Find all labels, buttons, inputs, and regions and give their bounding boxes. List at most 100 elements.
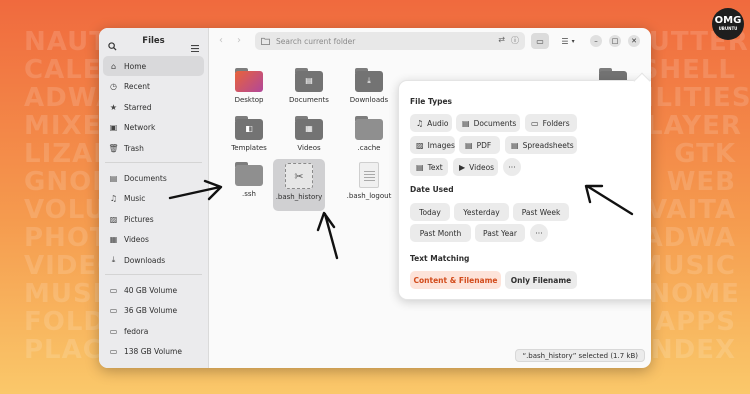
filter-chip[interactable]: ▨ Images bbox=[410, 136, 455, 154]
folder-search-icon bbox=[261, 37, 270, 45]
location-search-bar[interactable]: Search current folder ⇄ ⓘ bbox=[255, 32, 525, 50]
sidebar-item-downloads[interactable]: ⤓ Downloads bbox=[103, 250, 204, 270]
status-bar: “.bash_history” selected (1.7 kB) bbox=[515, 349, 645, 362]
file-item[interactable]: ◧ Templates bbox=[225, 116, 273, 153]
date-used-heading: Date Used bbox=[410, 185, 454, 194]
filter-chip[interactable]: Past Month bbox=[410, 224, 471, 242]
sidebar-header: Files bbox=[99, 28, 208, 56]
sidebar-item-36-gb-volume[interactable]: ▭ 36 GB Volume bbox=[103, 301, 204, 321]
sidebar-item-videos[interactable]: ▦ Videos bbox=[103, 230, 204, 250]
sidebar-list: ⌂ Home ◷ Recent ★ Starred ▣ Network 🗑 Trash ▤ Docum… bbox=[99, 56, 208, 368]
file-item[interactable]: ⤓ Downloads bbox=[345, 68, 393, 105]
file-name: Downloads bbox=[349, 96, 389, 104]
hamburger-menu-icon[interactable] bbox=[191, 37, 199, 56]
sidebar-item-label: 36 GB Volume bbox=[124, 306, 178, 315]
filter-chip[interactable]: Yesterday bbox=[454, 203, 509, 221]
document-icon: ▤ bbox=[462, 118, 470, 128]
sidebar-item-home[interactable]: ⌂ Home bbox=[103, 56, 204, 76]
sidebar-item-music[interactable]: ♫ Music bbox=[103, 189, 204, 209]
drive-icon: ▭ bbox=[109, 306, 118, 315]
filter-chip[interactable]: ▤ Documents bbox=[456, 114, 520, 132]
sidebar-item-label: Network bbox=[124, 123, 156, 132]
text-matching-heading: Text Matching bbox=[410, 254, 470, 263]
file-types-heading: File Types bbox=[410, 97, 452, 106]
filter-chip[interactable]: Content & Filename bbox=[410, 271, 501, 289]
logo-line-1: OMG bbox=[714, 15, 742, 26]
filter-chip[interactable]: ▤ Text bbox=[410, 158, 448, 176]
sidebar-item-network[interactable]: ▣ Network bbox=[103, 118, 204, 138]
file-name: .bash_history bbox=[275, 193, 323, 201]
swap-icon[interactable]: ⇄ bbox=[498, 35, 505, 46]
filter-chip[interactable]: ▤ PDF bbox=[459, 136, 500, 154]
close-button[interactable]: ✕ bbox=[628, 35, 640, 47]
sidebar-item-recent[interactable]: ◷ Recent bbox=[103, 77, 204, 97]
file-name: Documents bbox=[289, 96, 329, 104]
sidebar-item-40-gb-volume[interactable]: ▭ 40 GB Volume bbox=[103, 280, 204, 300]
drive-icon: ▭ bbox=[109, 347, 118, 356]
filter-chip[interactable]: ▤ Spreadsheets bbox=[505, 136, 577, 154]
sidebar-item-label: Videos bbox=[124, 235, 149, 244]
folder-icon: ⤓ bbox=[355, 68, 383, 92]
filter-chip[interactable]: ♫ Audio bbox=[410, 114, 452, 132]
filter-chip-label: Spreadsheets bbox=[522, 140, 574, 150]
drive-icon: ▭ bbox=[109, 368, 118, 369]
filter-chip[interactable]: Past Week bbox=[513, 203, 569, 221]
filter-chip-label: Past Week bbox=[521, 207, 561, 217]
folder-body bbox=[235, 165, 263, 186]
file-item[interactable]: .bash_logout bbox=[345, 162, 393, 201]
file-item[interactable]: ▤ Documents bbox=[285, 68, 333, 105]
folder-body bbox=[355, 119, 383, 140]
sidebar-item-fedora[interactable]: ▭ fedora bbox=[103, 321, 204, 341]
file-item[interactable]: ▦ Videos bbox=[285, 116, 333, 153]
sidebar-item-label: Music bbox=[124, 194, 146, 203]
file-item[interactable]: Desktop bbox=[225, 68, 273, 105]
sidebar-item-label: Trash bbox=[124, 143, 144, 153]
image-icon: ▨ bbox=[416, 140, 424, 150]
filter-chip[interactable]: Past Year bbox=[475, 224, 525, 242]
sidebar-item-label: Home bbox=[124, 61, 147, 71]
file-item[interactable]: .cache bbox=[345, 116, 393, 153]
file-item[interactable]: .ssh bbox=[225, 162, 273, 199]
filter-chip-label: Only Filename bbox=[510, 275, 572, 285]
sidebar-item-trash[interactable]: 🗑 Trash bbox=[103, 138, 204, 158]
file-name: Desktop bbox=[234, 96, 264, 104]
forward-arrow-icon[interactable]: › bbox=[237, 35, 241, 46]
filter-chip-label: Folders bbox=[542, 118, 570, 128]
folder-emblem-icon: ⤓ bbox=[367, 76, 371, 85]
sidebar-item-starred[interactable]: ★ Starred bbox=[103, 97, 204, 117]
music-icon: ♫ bbox=[416, 118, 424, 128]
filter-chip[interactable]: Only Filename bbox=[505, 271, 577, 289]
sidebar-item-36-gb-volume[interactable]: ▭ 36 GB Volume bbox=[103, 362, 204, 369]
minimize-icon: – bbox=[594, 37, 598, 45]
filter-chip-label: PDF bbox=[476, 140, 492, 150]
sidebar-item-documents[interactable]: ▤ Documents bbox=[103, 168, 204, 188]
filter-chip-label: Videos bbox=[469, 162, 495, 172]
filter-chip[interactable]: ▭ Folders bbox=[525, 114, 577, 132]
maximize-button[interactable]: □ bbox=[609, 35, 621, 47]
info-icon[interactable]: ⓘ bbox=[511, 35, 519, 46]
folder-icon: ◧ bbox=[235, 116, 263, 140]
folder-icon: ▤ bbox=[295, 68, 323, 92]
more-dates-button[interactable]: ··· bbox=[530, 224, 548, 242]
sidebar-item-label: 36 GB Volume bbox=[124, 368, 177, 369]
sidebar-item-pictures[interactable]: ▨ Pictures bbox=[103, 209, 204, 229]
file-item[interactable]: ✂ .bash_history bbox=[273, 159, 325, 211]
filter-chip[interactable]: Today bbox=[410, 203, 450, 221]
view-options-button[interactable]: ☰ ▾ bbox=[555, 33, 581, 49]
more-file-types-button[interactable]: ··· bbox=[503, 158, 521, 176]
minimize-button[interactable]: – bbox=[590, 35, 602, 47]
sidebar: Files ⌂ Home ◷ Recent ★ Starred ▣ Network 🗑 Trash… bbox=[99, 28, 209, 368]
sidebar-item-138-gb-volume[interactable]: ▭ 138 GB Volume bbox=[103, 342, 204, 362]
filter-chip-label: Today bbox=[419, 207, 441, 217]
sidebar-item-label: Pictures bbox=[124, 214, 154, 224]
filter-chip-label: Documents bbox=[473, 118, 517, 128]
pdf-icon: ▤ bbox=[465, 140, 473, 150]
filter-chip-label: Content & Filename bbox=[413, 275, 498, 285]
filter-chip[interactable]: ▶ Videos bbox=[453, 158, 498, 176]
search-filter-button[interactable]: ▭ bbox=[531, 33, 549, 49]
drive-icon: ▭ bbox=[109, 285, 118, 295]
logo-line-2: UBUNTU bbox=[718, 26, 738, 31]
star-icon: ★ bbox=[109, 102, 118, 112]
back-arrow-icon[interactable]: ‹ bbox=[219, 35, 223, 46]
chevron-down-icon: ▾ bbox=[571, 37, 575, 45]
